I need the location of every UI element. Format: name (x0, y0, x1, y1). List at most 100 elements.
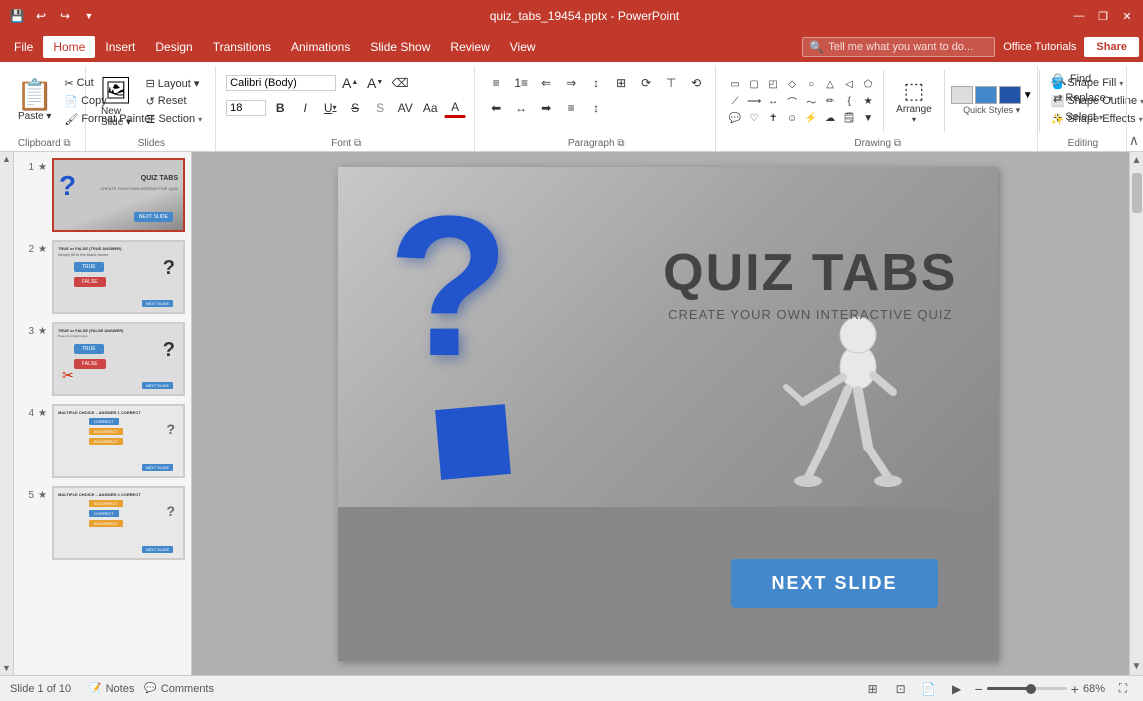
slide-img-2[interactable]: TRUE or FALSE (TRUE ANSWER) Simply fill … (52, 240, 185, 314)
search-input[interactable] (828, 41, 988, 53)
italic-button[interactable]: I (294, 98, 316, 118)
bold-button[interactable]: B (269, 98, 291, 118)
save-icon[interactable]: 💾 (8, 7, 26, 25)
shape-rounded[interactable]: ▢ (745, 76, 763, 92)
menu-home[interactable]: Home (43, 36, 95, 58)
scroll-thumb-v[interactable] (1132, 173, 1142, 213)
decrease-indent-button[interactable]: ⇐ (535, 73, 557, 93)
slide-thumb-3[interactable]: 3 ★ TRUE or FALSE (FALSE ANSWER) Press t… (18, 320, 187, 398)
zoom-level[interactable]: 68% (1083, 683, 1105, 695)
text-direction-button[interactable]: ⟳ (635, 73, 657, 93)
align-center-button[interactable]: ↔ (510, 98, 532, 118)
office-tutorials-button[interactable]: Office Tutorials (995, 37, 1084, 57)
paste-button[interactable]: 📋 Paste ▾ (12, 77, 57, 126)
shape-arrow[interactable]: ⟶ (745, 93, 763, 109)
replace-button[interactable]: ⇄Replace ▾ (1048, 90, 1118, 107)
shape-scribble[interactable]: ✏ (821, 93, 839, 109)
slide-thumb-2[interactable]: 2 ★ TRUE or FALSE (TRUE ANSWER) Simply f… (18, 238, 187, 316)
shape-note[interactable]: 🗒 (840, 110, 858, 126)
menu-review[interactable]: Review (440, 36, 499, 58)
slideshow-view-button[interactable]: ▶ (947, 680, 967, 698)
shape-oval[interactable]: ○ (802, 76, 820, 92)
convert-smartart-button[interactable]: ⟲ (685, 73, 707, 93)
slide-img-1[interactable]: ? QUIZ TABS CREATE YOUR OWN INTERACTIVE … (52, 158, 185, 232)
slide-thumb-4[interactable]: 4 ★ MULTIPLE CHOICE – ANSWER 1 CORRECT C… (18, 402, 187, 480)
shape-snip[interactable]: ◰ (764, 76, 782, 92)
drawing-expand[interactable]: ⧉ (894, 138, 901, 149)
reading-view-button[interactable]: 📄 (919, 680, 939, 698)
increase-indent-button[interactable]: ⇒ (560, 73, 582, 93)
comments-button[interactable]: Comments (161, 683, 214, 695)
normal-view-button[interactable]: ⊞ (863, 680, 883, 698)
customize-icon[interactable]: ▼ (80, 7, 98, 25)
shape-brace[interactable]: { (840, 93, 858, 109)
align-right-button[interactable]: ➡ (535, 98, 557, 118)
arrange-button[interactable]: ⬚ Arrange ▾ (890, 74, 938, 128)
menu-transitions[interactable]: Transitions (203, 36, 281, 58)
shape-smiley[interactable]: ☺ (783, 110, 801, 126)
justify-button[interactable]: ≡ (560, 98, 582, 118)
slide-img-4[interactable]: MULTIPLE CHOICE – ANSWER 1 CORRECT CORRE… (52, 404, 185, 478)
shape-line[interactable]: ⟋ (726, 93, 744, 109)
slide-img-3[interactable]: TRUE or FALSE (FALSE ANSWER) Press the b… (52, 322, 185, 396)
slide-sorter-button[interactable]: ⊡ (891, 680, 911, 698)
columns-button[interactable]: ⊞ (610, 73, 632, 93)
slide-thumb-5[interactable]: 5 ★ MULTIPLE CHOICE – ANSWER 2 CORRECT I… (18, 484, 187, 562)
bullets-button[interactable]: ≡ (485, 73, 507, 93)
menu-animations[interactable]: Animations (281, 36, 360, 58)
menu-view[interactable]: View (500, 36, 546, 58)
shape-cross[interactable]: ✝ (764, 110, 782, 126)
panel-up-button[interactable]: ▲ (0, 152, 14, 166)
panel-down-button[interactable]: ▼ (0, 661, 14, 675)
reset-button[interactable]: ↺Reset (141, 93, 208, 110)
shape-dblarrow[interactable]: ↔ (764, 93, 782, 109)
underline-button[interactable]: U ▾ (319, 98, 341, 118)
redo-icon[interactable]: ↪ (56, 7, 74, 25)
font-size-selector[interactable] (226, 100, 266, 116)
menu-file[interactable]: File (4, 36, 43, 58)
char-spacing-button[interactable]: AV (394, 98, 416, 118)
shape-star[interactable]: ★ (859, 93, 877, 109)
menu-insert[interactable]: Insert (95, 36, 145, 58)
close-button[interactable]: ✕ (1119, 8, 1135, 24)
quick-style-2[interactable] (975, 86, 997, 104)
shape-cloud[interactable]: ☁ (821, 110, 839, 126)
numbered-button[interactable]: 1≡ (510, 73, 532, 93)
zoom-in-button[interactable]: + (1071, 681, 1079, 697)
share-button[interactable]: Share (1084, 37, 1139, 57)
quick-style-3[interactable] (999, 86, 1021, 104)
clipboard-expand[interactable]: ⧉ (64, 138, 71, 149)
clear-formatting-button[interactable]: ⌫ (389, 73, 411, 93)
shape-pentagon[interactable]: ⬠ (859, 76, 877, 92)
font-expand[interactable]: ⧉ (354, 138, 361, 149)
slide-img-5[interactable]: MULTIPLE CHOICE – ANSWER 2 CORRECT INCOR… (52, 486, 185, 560)
new-slide-button[interactable]: 🖼 New Slide ▾ (96, 71, 137, 132)
shape-lightning[interactable]: ⚡ (802, 110, 820, 126)
undo-icon[interactable]: ↩ (32, 7, 50, 25)
shape-rect[interactable]: ▭ (726, 76, 744, 92)
font-name-selector[interactable] (226, 75, 336, 91)
find-button[interactable]: 🔍Find (1048, 71, 1118, 88)
shape-more[interactable]: ▼ (859, 110, 877, 126)
align-text-button[interactable]: ⊤ (660, 73, 682, 93)
zoom-out-button[interactable]: − (975, 681, 983, 697)
scroll-down-button[interactable]: ▼ (1129, 658, 1143, 675)
change-case-button[interactable]: Aa (419, 98, 441, 118)
font-decrease-button[interactable]: A▼ (364, 73, 386, 93)
section-button[interactable]: ☰Section ▾ (141, 111, 208, 128)
fit-window-button[interactable]: ⛶ (1113, 680, 1133, 698)
ribbon-collapse-button[interactable]: ∧ (1129, 132, 1139, 151)
shape-tri[interactable]: △ (821, 76, 839, 92)
slide-thumb-1[interactable]: 1 ★ ? QUIZ TABS CREATE YOUR OWN INTERACT… (18, 156, 187, 234)
shape-diamond[interactable]: ◇ (783, 76, 801, 92)
align-left-button[interactable]: ⬅ (485, 98, 507, 118)
line-spacing2-button[interactable]: ↕ (585, 98, 607, 118)
zoom-slider-thumb[interactable] (1026, 684, 1036, 694)
zoom-slider[interactable] (987, 687, 1067, 690)
select-button[interactable]: ⊹Select ▾ (1048, 109, 1118, 126)
menu-slideshow[interactable]: Slide Show (360, 36, 440, 58)
next-slide-button[interactable]: NEXT SLIDE (731, 559, 937, 608)
font-increase-button[interactable]: A▲ (339, 73, 361, 93)
text-shadow-button[interactable]: S (369, 98, 391, 118)
font-color-button[interactable]: A (444, 98, 466, 118)
